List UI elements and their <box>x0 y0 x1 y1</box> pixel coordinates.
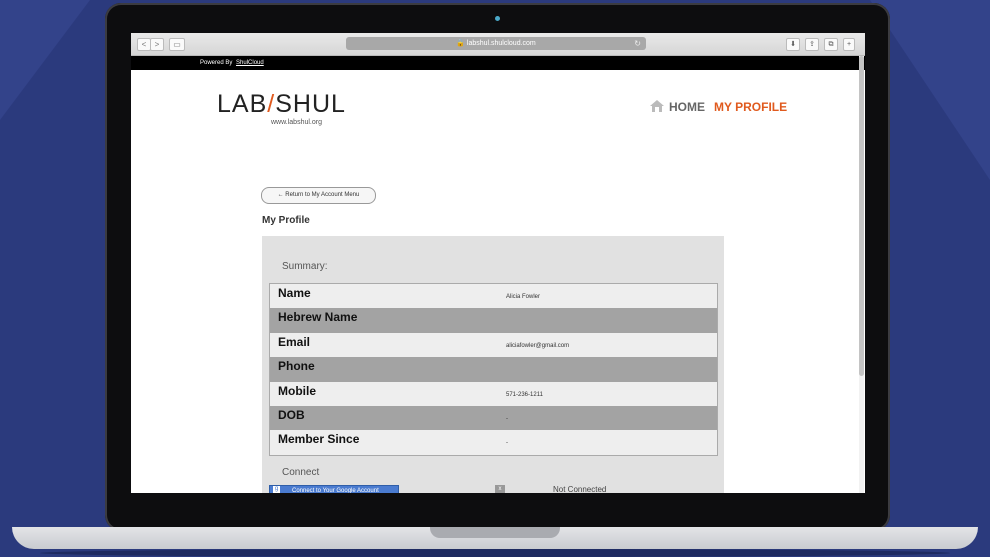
summary-table: Name Alicia Fowler Hebrew Name Email ali… <box>269 283 718 456</box>
table-row: Phone <box>270 357 717 382</box>
row-key: Email <box>278 334 311 349</box>
disconnect-icon[interactable]: x <box>495 485 505 493</box>
browser-window: < > ▭ 🔒 labshul.shulcloud.com ↻ ⬇ ⇪ ⧉ + … <box>131 33 865 493</box>
logo-lab: LAB <box>217 90 268 118</box>
address-bar[interactable]: 🔒 labshul.shulcloud.com ↻ <box>346 37 646 50</box>
back-button[interactable]: < <box>137 38 151 51</box>
address-url: labshul.shulcloud.com <box>466 40 536 47</box>
powered-by-label: Powered By <box>200 60 233 66</box>
row-key: Mobile <box>278 383 316 398</box>
share-icon[interactable]: ⇪ <box>805 38 819 51</box>
forward-button[interactable]: > <box>150 38 164 51</box>
table-row: Hebrew Name <box>270 308 717 333</box>
table-row: Name Alicia Fowler <box>270 284 717 308</box>
camera-icon <box>495 16 500 21</box>
connect-label: Connect <box>282 467 320 478</box>
powered-by-bar: Powered By ShulCloud <box>131 56 865 70</box>
logo-shul: SHUL <box>275 90 346 118</box>
tabs-icon[interactable]: ⧉ <box>824 38 838 51</box>
row-value: Alicia Fowler <box>506 294 541 300</box>
table-row: Member Since - <box>270 430 717 454</box>
row-value: - <box>506 440 508 447</box>
scrollbar-thumb[interactable] <box>859 56 864 376</box>
home-icon[interactable] <box>650 100 664 112</box>
row-key: Member Since <box>278 432 360 447</box>
return-to-account-menu-button[interactable]: ← Return to My Account Menu <box>261 187 376 204</box>
lock-icon: 🔒 <box>456 40 465 47</box>
row-value: aliciafowler@gmail.com <box>506 342 570 349</box>
table-row: Email aliciafowler@gmail.com <box>270 333 717 357</box>
laptop-notch <box>430 527 560 538</box>
site-logo[interactable]: LAB/SHUL <box>217 90 346 119</box>
new-tab-icon[interactable]: + <box>843 38 855 51</box>
reload-icon[interactable]: ↻ <box>634 37 641 50</box>
connection-status: Not Connected <box>553 485 607 493</box>
table-row: DOB - <box>270 405 717 431</box>
table-row: Mobile 571-236-1211 <box>270 382 717 406</box>
nav-my-profile-link[interactable]: MY PROFILE <box>714 100 787 114</box>
row-key: Name <box>278 286 311 300</box>
sidebar-toggle-icon[interactable]: ▭ <box>169 38 185 51</box>
browser-toolbar: < > ▭ 🔒 labshul.shulcloud.com ↻ ⬇ ⇪ ⧉ + <box>131 33 865 56</box>
row-key: Hebrew Name <box>278 310 358 325</box>
connect-google-button[interactable]: Connect to Your Google Account <box>269 485 399 493</box>
download-icon[interactable]: ⬇ <box>786 38 800 51</box>
page-title: My Profile <box>262 215 310 226</box>
shulcloud-link[interactable]: ShulCloud <box>236 60 264 66</box>
laptop-shadow <box>40 549 950 557</box>
google-icon: g <box>273 486 280 493</box>
summary-label: Summary: <box>282 261 328 272</box>
logo-subtitle: www.labshul.org <box>271 119 322 126</box>
row-value: 571-236-1211 <box>506 391 543 398</box>
row-value: - <box>506 415 508 422</box>
row-key: DOB <box>278 407 305 422</box>
row-key: Phone <box>278 359 315 374</box>
nav-home-link[interactable]: HOME <box>669 100 705 114</box>
